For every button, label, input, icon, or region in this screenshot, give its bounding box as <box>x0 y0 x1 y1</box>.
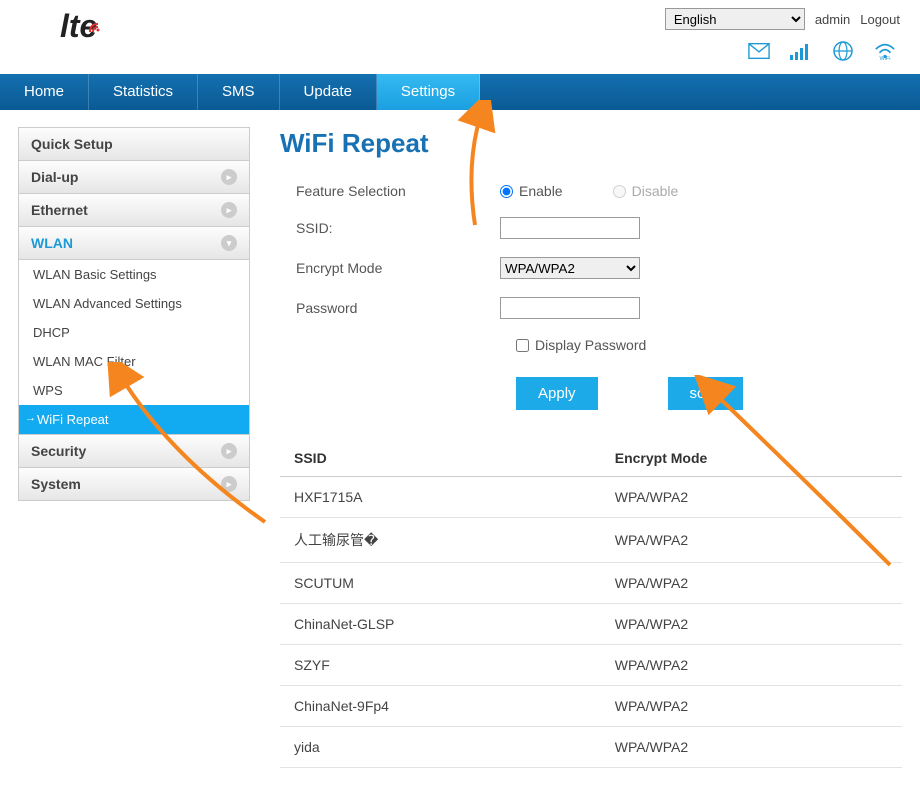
mail-icon[interactable] <box>748 40 770 62</box>
networks-table: SSID Encrypt Mode HXF1715AWPA/WPA2人工输尿管�… <box>280 440 902 768</box>
encrypt-select[interactable]: WPA/WPA2 <box>500 257 640 279</box>
cell-ssid: 人工输尿管� <box>280 518 601 563</box>
password-label: Password <box>280 300 500 316</box>
table-row[interactable]: ChinaNet-GLSPWPA/WPA2 <box>280 604 902 645</box>
cell-ssid: HXF1715A <box>280 477 601 518</box>
feature-selection-label: Feature Selection <box>280 183 500 199</box>
table-row[interactable]: HXF1715AWPA/WPA2 <box>280 477 902 518</box>
cell-mode: WPA/WPA2 <box>601 518 902 563</box>
table-row[interactable]: ChinaNet-9Fp4WPA/WPA2 <box>280 686 902 727</box>
cell-mode: WPA/WPA2 <box>601 645 902 686</box>
nav-item-update[interactable]: Update <box>280 74 377 110</box>
signal-bars-icon <box>790 40 812 62</box>
ssid-input[interactable] <box>500 217 640 239</box>
logo: lte <box>60 8 97 45</box>
enable-radio[interactable]: Enable <box>500 183 563 199</box>
logout-link[interactable]: Logout <box>860 12 900 27</box>
nav-item-statistics[interactable]: Statistics <box>89 74 198 110</box>
ssid-label: SSID: <box>280 220 500 236</box>
sidebar-item-security[interactable]: Security▸ <box>18 434 250 468</box>
cell-ssid: ChinaNet-9Fp4 <box>280 686 601 727</box>
nav-item-settings[interactable]: Settings <box>377 74 480 110</box>
sidebar-item-dialup[interactable]: Dial-up▸ <box>18 160 250 194</box>
table-row[interactable]: SZYFWPA/WPA2 <box>280 645 902 686</box>
cell-ssid: SZYF <box>280 645 601 686</box>
th-ssid: SSID <box>280 440 601 477</box>
cell-mode: WPA/WPA2 <box>601 604 902 645</box>
sidebar-sub-wifi-repeat[interactable]: WiFi Repeat <box>18 405 250 435</box>
chevron-down-icon: ▾ <box>221 235 237 251</box>
cell-mode: WPA/WPA2 <box>601 563 902 604</box>
sidebar-sub-wlan-mac-filter[interactable]: WLAN MAC Filter <box>18 347 250 376</box>
cell-mode: WPA/WPA2 <box>601 477 902 518</box>
scan-button[interactable]: scan <box>668 377 744 410</box>
password-input[interactable] <box>500 297 640 319</box>
cell-ssid: ChinaNet-GLSP <box>280 604 601 645</box>
sidebar-sub-wlan-basic-settings[interactable]: WLAN Basic Settings <box>18 260 250 289</box>
cell-mode: WPA/WPA2 <box>601 686 902 727</box>
chevron-right-icon: ▸ <box>221 169 237 185</box>
chevron-right-icon: ▸ <box>221 476 237 492</box>
wifi-icon: WiFi <box>874 40 896 62</box>
table-row[interactable]: 人工输尿管�WPA/WPA2 <box>280 518 902 563</box>
content: WiFi Repeat Feature Selection Enable Dis… <box>280 128 902 768</box>
sidebar-sub-dhcp[interactable]: DHCP <box>18 318 250 347</box>
cell-ssid: SCUTUM <box>280 563 601 604</box>
disable-radio[interactable]: Disable <box>613 183 679 199</box>
sidebar-item-ethernet[interactable]: Ethernet▸ <box>18 193 250 227</box>
sidebar-item-quick-setup[interactable]: Quick Setup <box>18 127 250 161</box>
sidebar-item-system[interactable]: System▸ <box>18 467 250 501</box>
sidebar-sub-wlan-advanced-settings[interactable]: WLAN Advanced Settings <box>18 289 250 318</box>
table-row[interactable]: yidaWPA/WPA2 <box>280 727 902 768</box>
user-label: admin <box>815 12 850 27</box>
navbar: HomeStatisticsSMSUpdateSettings <box>0 74 920 110</box>
page-title: WiFi Repeat <box>280 128 902 159</box>
encrypt-label: Encrypt Mode <box>280 260 500 276</box>
display-password-label: Display Password <box>535 337 646 353</box>
table-row[interactable]: SCUTUMWPA/WPA2 <box>280 563 902 604</box>
signal-icon <box>87 6 103 43</box>
globe-icon[interactable] <box>832 40 854 62</box>
sidebar-sub-wps[interactable]: WPS <box>18 376 250 405</box>
nav-item-sms[interactable]: SMS <box>198 74 280 110</box>
th-mode: Encrypt Mode <box>601 440 902 477</box>
language-select[interactable]: English <box>665 8 805 30</box>
nav-item-home[interactable]: Home <box>0 74 89 110</box>
chevron-right-icon: ▸ <box>221 202 237 218</box>
sidebar-item-wlan[interactable]: WLAN▾ <box>18 226 250 260</box>
sidebar: Quick Setup Dial-up▸ Ethernet▸ WLAN▾ WLA… <box>18 128 250 501</box>
cell-ssid: yida <box>280 727 601 768</box>
svg-text:WiFi: WiFi <box>880 56 891 61</box>
cell-mode: WPA/WPA2 <box>601 727 902 768</box>
display-password-checkbox[interactable] <box>516 339 529 352</box>
chevron-right-icon: ▸ <box>221 443 237 459</box>
apply-button[interactable]: Apply <box>516 377 598 410</box>
